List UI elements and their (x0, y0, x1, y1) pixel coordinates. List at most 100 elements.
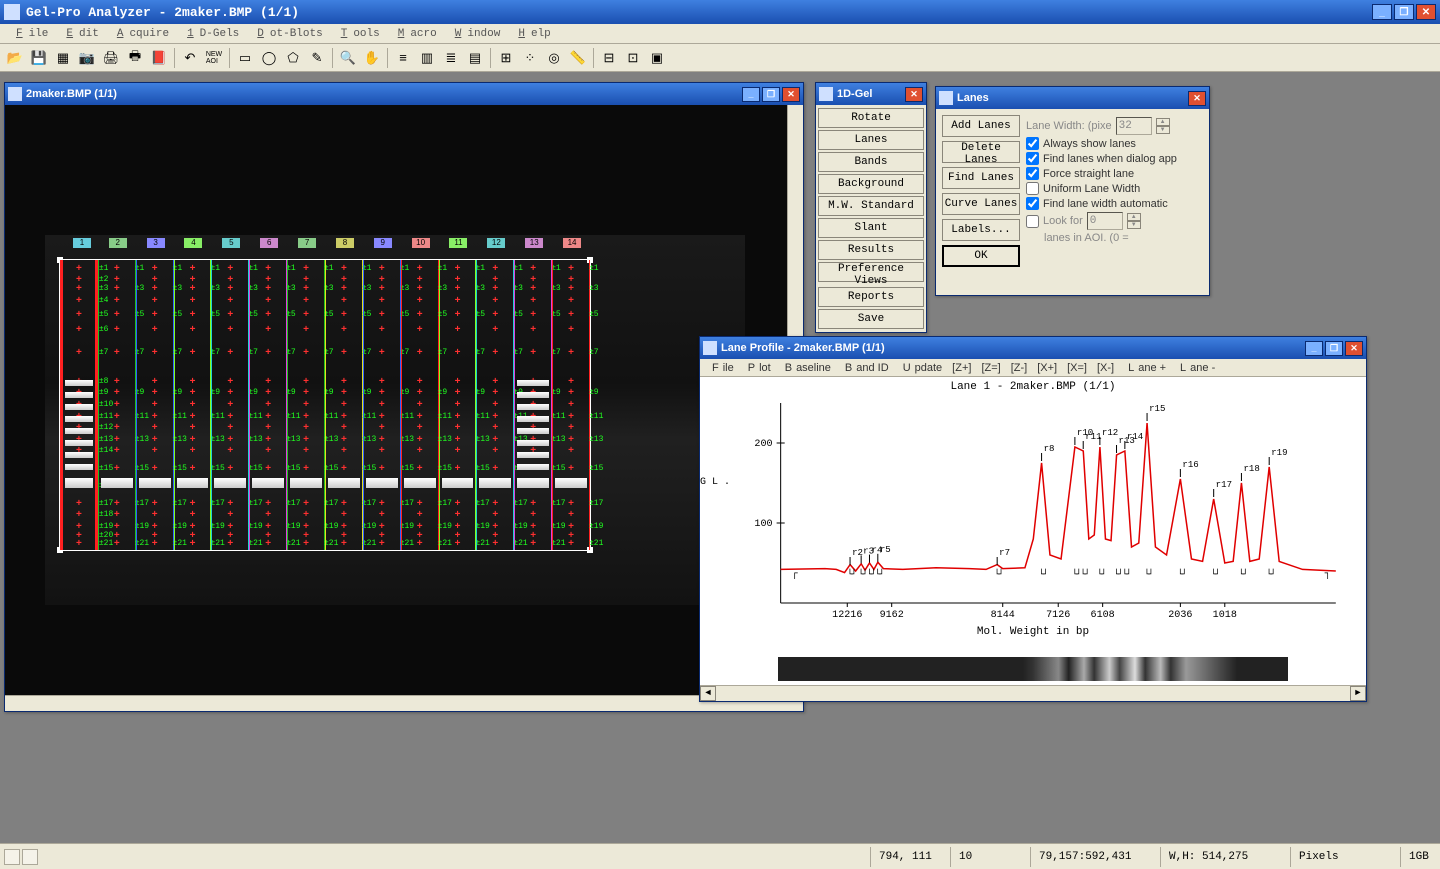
1d-background-button[interactable]: Background (818, 174, 924, 194)
1d-lanes-button[interactable]: Lanes (818, 130, 924, 150)
gel-canvas[interactable]: 1+±1+±2+±3+±4+±5+±6+±7+±8+±9+±10+±11+±12… (5, 105, 803, 695)
1d-slant-button[interactable]: Slant (818, 218, 924, 238)
gel-hscrollbar[interactable] (5, 695, 803, 711)
lanes-ok-button[interactable]: OK (942, 245, 1020, 267)
lanes-add-lanes-button[interactable]: Add Lanes (942, 115, 1020, 137)
menu-tools[interactable]: Tools (329, 26, 386, 42)
profile-maximize-button[interactable]: ❐ (1325, 341, 1343, 356)
bars-icon[interactable]: ≣ (440, 47, 462, 69)
lane-12[interactable]: 12+±1++±3++±5++±7++±9++±11++±13++±15++±1… (476, 260, 514, 550)
lanes-check-3[interactable] (1026, 182, 1039, 195)
menu-1d-gels[interactable]: 1D-Gels (175, 26, 245, 42)
save-icon[interactable]: 💾 (28, 47, 50, 69)
open-icon[interactable]: 📂 (4, 47, 26, 69)
lane-width-spin-up[interactable]: ▲ (1156, 118, 1170, 126)
ruler-icon[interactable]: 📏 (567, 47, 589, 69)
zoom-icon[interactable]: 🔍 (337, 47, 359, 69)
menu-macro[interactable]: Macro (386, 26, 443, 42)
lane-7[interactable]: 7+±1++±3++±5++±7++±9++±11++±13++±15++±17… (287, 260, 325, 550)
gel-minimize-button[interactable]: _ (742, 87, 760, 102)
lane-11[interactable]: 11+±1++±3++±5++±7++±9++±11++±13++±15++±1… (439, 260, 477, 550)
scan-icon[interactable]: 🖨 (100, 47, 122, 69)
lane-5[interactable]: 5+±1++±3++±5++±7++±9++±11++±13++±15++±17… (211, 260, 249, 550)
1d-rotate-button[interactable]: Rotate (818, 108, 924, 128)
profile-menu--z-[interactable]: [Z-] (1007, 361, 1032, 375)
1d-m-w-standard-button[interactable]: M.W. Standard (818, 196, 924, 216)
lane-8[interactable]: 8+±1++±3++±5++±7++±9++±11++±13++±15++±17… (325, 260, 363, 550)
grid2-icon[interactable]: ⊞ (495, 47, 517, 69)
lanes-delete-lanes-button[interactable]: Delete Lanes (942, 141, 1020, 163)
menu-help[interactable]: Help (506, 26, 556, 42)
menu-edit[interactable]: Edit (54, 26, 104, 42)
lane-width-spin-down[interactable]: ▼ (1156, 126, 1170, 134)
pencil-icon[interactable]: ✎ (306, 47, 328, 69)
profile-scroll-right[interactable]: ► (1350, 686, 1366, 701)
new-aoi-icon[interactable]: NEWAOI (203, 47, 225, 69)
look-for-spin-up[interactable]: ▲ (1127, 213, 1141, 221)
lanes-find-lanes-button[interactable]: Find Lanes (942, 167, 1020, 189)
profile-menu--x-[interactable]: [X=] (1063, 361, 1091, 375)
1d-gel-close-button[interactable]: ✕ (905, 87, 923, 102)
lane-overlay[interactable]: 1+±1+±2+±3+±4+±5+±6+±7+±8+±9+±10+±11+±12… (60, 260, 590, 550)
gel-close-button[interactable]: ✕ (782, 87, 800, 102)
grid-icon[interactable]: ▦ (52, 47, 74, 69)
profile-menu-lane-[interactable]: Lane + (1120, 361, 1170, 375)
profile-menu--x-[interactable]: [X-] (1093, 361, 1118, 375)
1d-results-button[interactable]: Results (818, 240, 924, 260)
print-icon[interactable]: 🖶 (124, 47, 146, 69)
profile-scroll-left[interactable]: ◄ (700, 686, 716, 701)
app-minimize-button[interactable]: _ (1372, 4, 1392, 20)
profile-menu--x-[interactable]: [X+] (1033, 361, 1061, 375)
lanes-dialog-close-button[interactable]: ✕ (1188, 91, 1206, 106)
1d-save-button[interactable]: Save (818, 309, 924, 329)
profile-minimize-button[interactable]: _ (1305, 341, 1323, 356)
lanes-labels--button[interactable]: Labels... (942, 219, 1020, 241)
1d-bands-button[interactable]: Bands (818, 152, 924, 172)
lanes-check-2[interactable] (1026, 167, 1039, 180)
profile-close-button[interactable]: ✕ (1345, 341, 1363, 356)
profile-menu-baseline[interactable]: Baseline (777, 361, 835, 375)
app-maximize-button[interactable]: ❐ (1394, 4, 1414, 20)
lanes-check-4[interactable] (1026, 197, 1039, 210)
1d-preference-views-button[interactable]: Preference Views (818, 262, 924, 282)
profile-menu--z-[interactable]: [Z+] (948, 361, 975, 375)
calc1-icon[interactable]: ⊟ (598, 47, 620, 69)
target-icon[interactable]: ◎ (543, 47, 565, 69)
lane-6[interactable]: 6+±1++±3++±5++±7++±9++±11++±13++±15++±17… (249, 260, 287, 550)
colors-icon[interactable]: ▤ (464, 47, 486, 69)
view-icon[interactable]: ▣ (646, 47, 668, 69)
calc2-icon[interactable]: ⊡ (622, 47, 644, 69)
profile-menu-band-id[interactable]: Band ID (837, 361, 893, 375)
app-close-button[interactable]: ✕ (1416, 4, 1436, 20)
menu-acquire[interactable]: Acquire (105, 26, 175, 42)
lane-2[interactable]: 2+±1++±3++±5++±7++±9++±11++±13++±15++±17… (98, 260, 136, 550)
profile-menu--z-[interactable]: [Z=] (977, 361, 1004, 375)
profile-menu-lane-[interactable]: Lane - (1172, 361, 1219, 375)
rect-icon[interactable]: ▭ (234, 47, 256, 69)
poly-icon[interactable]: ⬠ (282, 47, 304, 69)
lane-3[interactable]: 3+±1++±3++±5++±7++±9++±11++±13++±15++±17… (136, 260, 174, 550)
lane-13[interactable]: 13+±1++±3++±5++±7++±9++±11++±13++±15++±1… (514, 260, 552, 550)
lane-14[interactable]: 14+±1++±3++±5++±7++±9++±11++±13++±15++±1… (552, 260, 590, 550)
profile-menu-file[interactable]: File (704, 361, 738, 375)
book-icon[interactable]: 📕 (148, 47, 170, 69)
sliders-icon[interactable]: ≡ (392, 47, 414, 69)
camera-icon[interactable]: 📷 (76, 47, 98, 69)
palette-icon[interactable]: ▥ (416, 47, 438, 69)
lane-1[interactable]: 1+±1+±2+±3+±4+±5+±6+±7+±8+±9+±10+±11+±12… (60, 260, 98, 550)
hand-icon[interactable]: ✋ (361, 47, 383, 69)
status-icon-1[interactable] (4, 849, 20, 865)
lane-9[interactable]: 9+±1++±3++±5++±7++±9++±11++±13++±15++±17… (363, 260, 401, 550)
1d-reports-button[interactable]: Reports (818, 287, 924, 307)
menu-dot-blots[interactable]: Dot-Blots (245, 26, 328, 42)
oval-icon[interactable]: ◯ (258, 47, 280, 69)
look-for-spin-down[interactable]: ▼ (1127, 221, 1141, 229)
undo-icon[interactable]: ↶ (179, 47, 201, 69)
lanes-check-1[interactable] (1026, 152, 1039, 165)
dots-icon[interactable]: ⁘ (519, 47, 541, 69)
profile-menu-plot[interactable]: Plot (740, 361, 775, 375)
menu-window[interactable]: Window (443, 26, 507, 42)
lanes-check-0[interactable] (1026, 137, 1039, 150)
lane-10[interactable]: 10+±1++±3++±5++±7++±9++±11++±13++±15++±1… (401, 260, 439, 550)
lanes-curve-lanes-button[interactable]: Curve Lanes (942, 193, 1020, 215)
